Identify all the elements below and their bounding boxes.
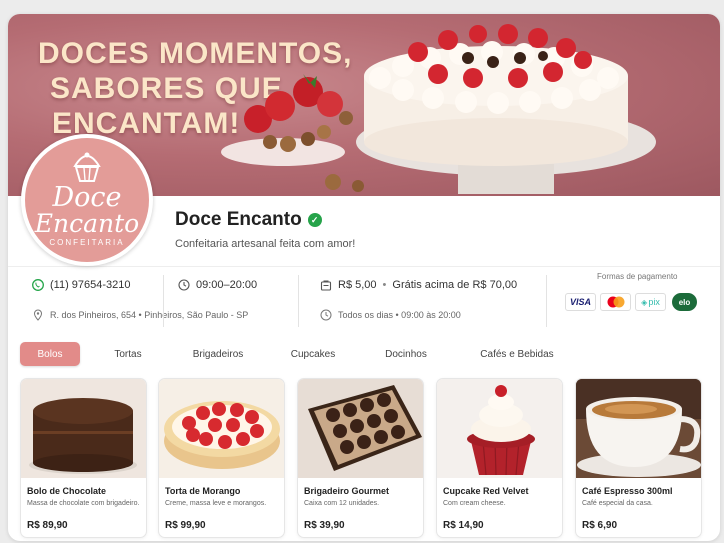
product-name: Café Espresso 300ml [582,486,673,496]
product-price: R$ 6,90 [582,520,618,531]
product-card[interactable]: Bolo de Chocolate Massa de chocolate com… [20,378,147,538]
product-price: R$ 89,90 [27,520,68,531]
clock-icon [178,279,190,291]
tab-cafes-bebidas[interactable]: Cafés e Bebidas [475,342,559,366]
product-desc: Creme, massa leve e morangos. [165,500,267,507]
brigadeiro-box-image [298,379,423,478]
location-pin-icon [33,309,43,321]
store-tagline: Confeitaria artesanal feita com amor! [175,238,356,250]
product-card[interactable]: Café Espresso 300ml Café especial da cas… [575,378,702,538]
product-price: R$ 39,90 [304,520,345,531]
bullet-separator: • [382,279,387,291]
tab-brigadeiros[interactable]: Brigadeiros [186,342,250,366]
tab-docinhos[interactable]: Docinhos [378,342,434,366]
delivery-bag-icon [320,280,332,291]
hours-text: 09:00–20:00 [196,279,258,291]
product-card[interactable]: Brigadeiro Gourmet Caixa com 12 unidades… [297,378,424,538]
logo-line-3: CONFEITARIA [49,238,125,247]
tab-bolos[interactable]: Bolos [20,342,80,366]
mastercard-badge [600,293,631,311]
clock-icon [320,309,332,321]
product-name: Bolo de Chocolate [27,486,107,496]
product-desc: Caixa com 12 unidades. [304,500,380,507]
product-price: R$ 14,90 [443,520,484,531]
category-tabs: Bolos Tortas Brigadeiros Cupcakes Docinh… [8,342,720,370]
store-name: Doce Encanto ✓ [175,209,322,231]
elo-badge: elo [672,293,697,311]
payment-title: Formas de pagamento [597,272,678,281]
red-velvet-cupcake-image [437,379,562,478]
days-text: Todos os dias • 09:00 às 20:00 [338,310,461,320]
phone-info[interactable]: (11) 97654-3210 [32,279,131,291]
product-card[interactable]: Torta de Morango Creme, massa leve e mor… [158,378,285,538]
days-info: Todos os dias • 09:00 às 20:00 [320,309,461,321]
strawberry-tart-image [159,379,284,478]
mastercard-icon [607,296,624,308]
free-delivery-text: Grátis acima de R$ 70,00 [392,279,518,291]
product-name: Torta de Morango [165,486,241,496]
divider [546,275,547,327]
check-circle-icon: ✓ [307,213,322,227]
delivery-info: R$ 5,00 • Grátis acima de R$ 70,00 [320,279,517,291]
logo-line-2: Encanto [34,209,140,238]
pix-icon: ◈ [641,297,648,307]
product-desc: Massa de chocolate com brigadeiro. [27,500,140,507]
espresso-cup-image [576,379,701,478]
tab-tortas[interactable]: Tortas [101,342,155,366]
product-card[interactable]: Cupcake Red Velvet Com cream cheese. R$ … [436,378,563,538]
product-price: R$ 99,90 [165,520,206,531]
address-info: R. dos Pinheiros, 654 • Pinheiros, São P… [32,309,248,321]
product-desc: Com cream cheese. [443,500,506,507]
address-text: R. dos Pinheiros, 654 • Pinheiros, São P… [50,310,249,320]
hours-info: 09:00–20:00 [178,279,257,291]
product-name: Brigadeiro Gourmet [304,486,390,496]
delivery-fee-text: R$ 5,00 [338,279,377,291]
logo-line-1: Doce [52,182,122,213]
store-name-text: Doce Encanto [175,209,302,230]
chocolate-cake-image [21,379,146,478]
divider [298,275,299,327]
product-name: Cupcake Red Velvet [443,486,529,496]
divider [163,275,164,327]
product-desc: Café especial da casa. [582,500,653,507]
phone-text: (11) 97654-3210 [50,279,131,291]
tab-cupcakes[interactable]: Cupcakes [286,342,340,366]
cupcake-icon [73,152,101,182]
pix-badge: ◈ pix [635,293,666,311]
whatsapp-icon [32,279,44,291]
visa-badge: VISA [565,293,596,311]
store-card: DOCES MOMENTOS, SABORES QUE ENCANTAM! Do… [8,14,720,541]
store-logo: Doce Encanto CONFEITARIA [21,134,153,266]
